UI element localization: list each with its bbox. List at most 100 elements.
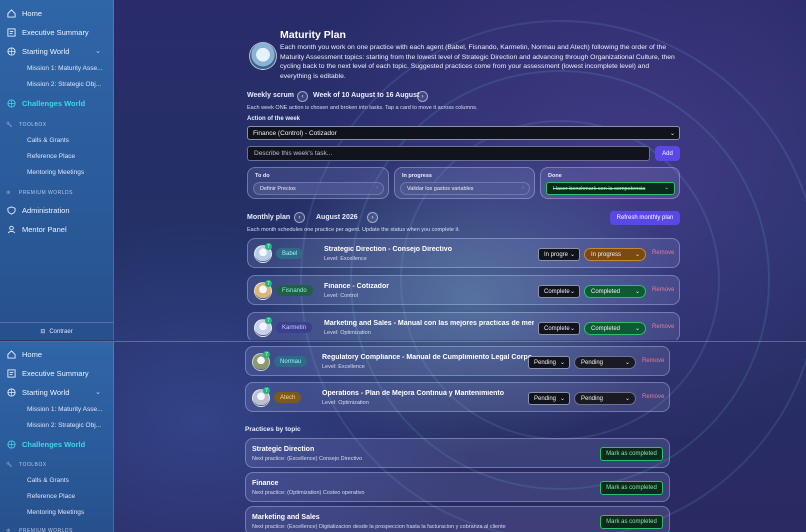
agent-level-badge: 7 — [263, 351, 270, 358]
status-select[interactable]: Pending ⌄ — [528, 356, 570, 369]
sidebar-item-calls-grants[interactable]: Calls & Grants — [27, 477, 107, 489]
status-pill[interactable]: Completed ⌄ — [584, 322, 646, 335]
status-select-value: In progre — [544, 251, 569, 258]
task-card[interactable]: Validar los gastos variables › — [400, 182, 530, 195]
remove-button[interactable]: Remove — [642, 358, 664, 364]
premium-section: ♔ PREMIUM WORLDS — [6, 190, 73, 196]
crown-icon: ♔ — [6, 190, 11, 196]
sidebar-item-reference-place[interactable]: Reference Place — [27, 153, 107, 165]
weekly-scrum-label: Weekly scrum — [247, 92, 294, 99]
status-select-value: Complete — [544, 288, 570, 295]
globe-icon — [6, 439, 16, 449]
chevron-icon: › — [376, 185, 378, 191]
sidebar-item-mission-1[interactable]: Mission 1: Maturity Asse... — [27, 406, 107, 418]
sidebar-item-executive-summary[interactable]: Executive Summary — [6, 25, 107, 39]
prev-week-button[interactable]: ‹ — [297, 91, 308, 102]
add-task-button[interactable]: Add — [655, 146, 680, 161]
main-content: 7 Normau Regulatory Compliance - Manual de… — [114, 342, 806, 532]
sidebar-item-starting-world[interactable]: Starting World ⌄ — [6, 44, 107, 58]
chevron-down-icon: ⌄ — [95, 389, 101, 396]
sidebar-item-label: Home — [22, 8, 43, 18]
remove-button[interactable]: Remove — [652, 324, 674, 330]
status-pill-label: Pending — [581, 359, 604, 366]
weekly-hint: Each week ONE action is chosen and broke… — [247, 105, 478, 111]
column-done: Done Hacer benchmark con la competencia … — [540, 167, 680, 199]
prev-month-button[interactable]: ‹ — [294, 212, 305, 223]
status-select[interactable]: In progre ⌄ — [538, 248, 580, 261]
chevron-down-icon: ⌄ — [624, 396, 630, 402]
top-view: Home Executive Summary Starting World ⌄ … — [0, 0, 806, 340]
sidebar-item-administration[interactable]: Administration — [6, 203, 107, 217]
status-select[interactable]: Complete ⌄ — [538, 322, 580, 335]
task-input[interactable]: Describe this week's task... — [247, 146, 650, 161]
remove-button[interactable]: Remove — [642, 394, 664, 400]
page-title: Maturity Plan — [280, 29, 346, 41]
topic-next-practice: Next practice: (Optimization) Costeo ope… — [252, 490, 365, 496]
globe-icon — [6, 46, 16, 56]
chevron-down-icon: ⌄ — [624, 360, 630, 366]
column-title: In progress — [402, 173, 432, 179]
sidebar-item-starting-world[interactable]: Starting World ⌄ — [6, 385, 107, 399]
topic-next-practice: Next practice: (Excellence) Digitalizaci… — [252, 524, 506, 530]
toolbox-section: 🔧︎ TOOLBOX — [6, 462, 47, 468]
agent-level-badge: 7 — [265, 280, 272, 287]
agent-level-badge: 7 — [265, 243, 272, 250]
refresh-monthly-plan-button[interactable]: Refresh monthly plan — [610, 211, 680, 225]
sidebar-item-home[interactable]: Home — [6, 347, 107, 361]
sidebar-item-label: Administration — [22, 205, 70, 215]
sidebar-item-mission-2[interactable]: Mission 2: Strategic Obj... — [27, 81, 107, 93]
task-card[interactable]: Definir Precios › — [253, 182, 384, 195]
sidebar-item-label: Executive Summary — [22, 368, 89, 378]
agent-level-badge: 7 — [265, 317, 272, 324]
task-card[interactable]: Hacer benchmark con la competencia ⌄ — [546, 182, 675, 195]
status-select-value: Complete — [544, 325, 570, 332]
sidebar-item-label: Starting World — [22, 46, 70, 56]
mark-completed-button[interactable]: Mark as completed — [600, 447, 663, 461]
crown-icon: ♔ — [6, 528, 11, 532]
sidebar-item-executive-summary[interactable]: Executive Summary — [6, 366, 107, 380]
chevron-down-icon: ⌄ — [664, 185, 669, 191]
remove-button[interactable]: Remove — [652, 250, 674, 256]
action-week-select[interactable]: Finance (Control) - Cotizador ⌄ — [247, 126, 680, 140]
sidebar-item-home[interactable]: Home — [6, 6, 107, 20]
chevron-down-icon: ⌄ — [559, 396, 565, 402]
home-icon — [6, 349, 16, 359]
status-select[interactable]: Pending ⌄ — [528, 392, 570, 405]
sidebar-item-label: Mentor Panel — [22, 224, 67, 234]
practice-title: Strategic Direction - Consejo Directivo — [324, 246, 452, 253]
sidebar-item-mentoring-meetings[interactable]: Mentoring Meetings — [27, 509, 107, 521]
status-pill[interactable]: Pending ⌄ — [574, 392, 636, 405]
toolbox-section: 🔧︎ TOOLBOX — [6, 122, 47, 128]
agent-tag: Babel — [276, 248, 304, 259]
remove-button[interactable]: Remove — [652, 287, 674, 293]
sidebar-item-reference-place[interactable]: Reference Place — [27, 493, 107, 505]
status-select[interactable]: Complete ⌄ — [538, 285, 580, 298]
practice-topic-card: Marketing and Sales Next practice: (Excel… — [245, 506, 670, 532]
collapse-button[interactable]: ⊟ Contraer — [0, 322, 113, 340]
sidebar-item-mentoring-meetings[interactable]: Mentoring Meetings — [27, 169, 107, 181]
practice-title: Operations - Plan de Mejora Continua y M… — [322, 390, 505, 397]
practice-level: Level: Optimization — [324, 330, 371, 336]
column-in-progress: In progress Validar los gastos variables… — [394, 167, 535, 199]
bottom-view: Home Executive Summary Starting World ⌄ … — [0, 341, 806, 532]
status-pill[interactable]: Completed ⌄ — [584, 285, 646, 298]
next-week-button[interactable]: › — [417, 91, 428, 102]
topic-title: Marketing and Sales — [252, 514, 320, 521]
sidebar-item-calls-grants[interactable]: Calls & Grants — [27, 137, 107, 149]
sidebar-item-challenges-world[interactable]: Challenges World — [6, 96, 107, 110]
practice-title: Finance - Cotizador — [324, 283, 389, 290]
column-todo: To do Definir Precios › — [247, 167, 389, 199]
mark-completed-button[interactable]: Mark as completed — [600, 515, 663, 529]
sidebar-item-mission-2[interactable]: Mission 2: Strategic Obj... — [27, 422, 107, 434]
sidebar-item-challenges-world[interactable]: Challenges World — [6, 437, 107, 451]
next-month-button[interactable]: › — [367, 212, 378, 223]
sidebar-item-mission-1[interactable]: Mission 1: Maturity Asse... — [27, 65, 107, 77]
plan-row: 7 Fisnando Finance - Cotizador Level: Contr… — [247, 275, 680, 305]
action-week-value: Finance (Control) - Cotizador — [253, 129, 337, 137]
task-label: Definir Precios — [260, 186, 296, 192]
task-label: Hacer benchmark con la competencia — [553, 186, 646, 192]
sidebar-item-mentor-panel[interactable]: Mentor Panel — [6, 222, 107, 236]
mark-completed-button[interactable]: Mark as completed — [600, 481, 663, 495]
status-pill[interactable]: In progress ⌄ — [584, 248, 646, 261]
status-pill[interactable]: Pending ⌄ — [574, 356, 636, 369]
